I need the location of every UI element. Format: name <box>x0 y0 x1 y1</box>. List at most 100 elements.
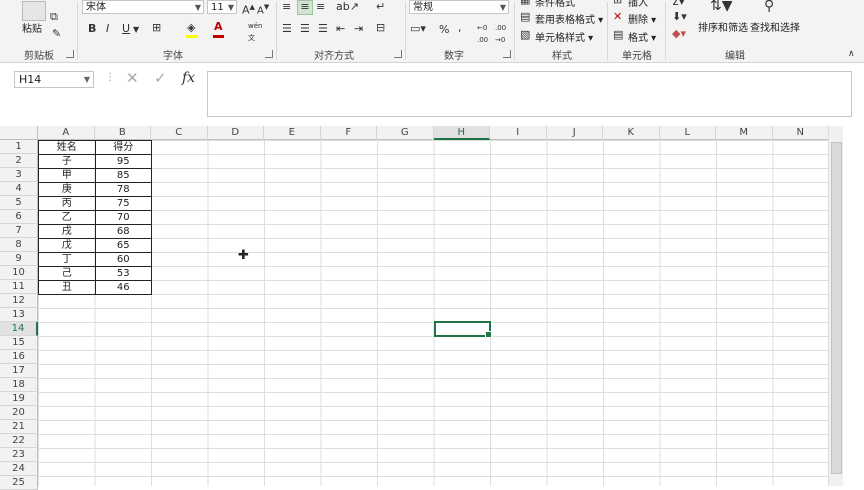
fill-handle[interactable] <box>485 331 492 338</box>
table-header-cell[interactable]: 得分 <box>94 140 152 155</box>
align-right-icon[interactable]: ☰ <box>318 23 328 35</box>
row-header[interactable]: 17 <box>0 364 38 378</box>
underline-button[interactable]: U <box>122 23 130 35</box>
row-header[interactable]: 15 <box>0 336 38 350</box>
column-header[interactable]: M <box>716 126 773 140</box>
autosum-icon[interactable]: Σ▾ <box>672 0 684 8</box>
active-cell-outline[interactable] <box>433 321 492 338</box>
italic-button[interactable]: I <box>106 23 109 35</box>
table-format-icon[interactable]: ▤ <box>520 11 530 23</box>
clear-icon[interactable]: ◆▾ <box>672 28 686 40</box>
column-header[interactable]: I <box>490 126 547 140</box>
row-header[interactable]: 19 <box>0 392 38 406</box>
row-header[interactable]: 5 <box>0 196 38 210</box>
column-header[interactable]: K <box>603 126 660 140</box>
bold-button[interactable]: B <box>88 23 96 35</box>
cell-style-icon[interactable]: ▧ <box>520 29 530 41</box>
table-cell[interactable]: 戊 <box>38 238 96 253</box>
orientation-icon[interactable]: ab↗ <box>336 1 359 13</box>
row-header[interactable]: 22 <box>0 434 38 448</box>
insert-icon[interactable]: ⊞ <box>613 0 622 6</box>
table-cell[interactable]: 丁 <box>38 252 96 267</box>
row-header[interactable]: 21 <box>0 420 38 434</box>
row-header[interactable]: 10 <box>0 266 38 280</box>
alignment-launcher-icon[interactable] <box>394 50 402 58</box>
align-center-icon[interactable]: ☰ <box>300 23 310 35</box>
format-painter-icon[interactable]: ✎ <box>52 28 61 40</box>
increase-indent-icon[interactable]: ⇥ <box>354 23 363 35</box>
row-header[interactable]: 24 <box>0 462 38 476</box>
enter-icon[interactable]: ✓ <box>154 71 167 86</box>
table-cell[interactable]: 甲 <box>38 168 96 183</box>
table-cell[interactable]: 丙 <box>38 196 96 211</box>
column-header[interactable]: G <box>377 126 434 140</box>
find-select-icon[interactable]: ⚲ <box>764 0 774 13</box>
select-all-corner[interactable] <box>0 126 38 140</box>
row-header[interactable]: 7 <box>0 224 38 238</box>
row-header[interactable]: 1 <box>0 140 38 154</box>
table-cell[interactable]: 乙 <box>38 210 96 225</box>
increase-decimal-icon[interactable]: ←0.00 <box>477 22 488 46</box>
percent-button[interactable]: % <box>439 24 449 36</box>
delete-button[interactable]: 删除 ▾ <box>628 11 656 26</box>
fill-icon[interactable]: ⬇▾ <box>672 11 687 23</box>
number-format-combo[interactable]: 常规 ▼ <box>409 0 509 14</box>
row-header[interactable]: 9 <box>0 252 38 266</box>
delete-icon[interactable]: ✕ <box>613 11 622 23</box>
fill-color-icon[interactable]: ◈ <box>187 22 195 34</box>
format-cells-button[interactable]: 格式 ▾ <box>628 29 656 44</box>
column-header[interactable]: N <box>772 126 829 140</box>
table-cell[interactable]: 丑 <box>38 280 96 295</box>
column-header[interactable]: J <box>546 126 603 140</box>
table-cell[interactable]: 78 <box>94 182 152 197</box>
column-header[interactable]: F <box>320 126 377 140</box>
decrease-decimal-icon[interactable]: .00 →0 <box>495 22 506 46</box>
column-header[interactable]: D <box>207 126 264 140</box>
column-header[interactable]: C <box>151 126 208 140</box>
table-cell[interactable]: 60 <box>94 252 152 267</box>
row-header[interactable]: 23 <box>0 448 38 462</box>
sort-filter-button[interactable]: 排序和筛选 <box>698 19 748 34</box>
vertical-scrollbar[interactable] <box>828 126 843 486</box>
comma-button[interactable]: , <box>458 22 462 34</box>
table-cell[interactable]: 戌 <box>38 224 96 239</box>
table-cell[interactable]: 53 <box>94 266 152 281</box>
row-header[interactable]: 13 <box>0 308 38 322</box>
column-header[interactable]: E <box>264 126 321 140</box>
cancel-icon[interactable]: ✕ <box>126 71 139 86</box>
table-cell[interactable]: 95 <box>94 154 152 169</box>
decrease-font-icon[interactable]: A▼ <box>257 1 269 17</box>
clipboard-launcher-icon[interactable] <box>66 50 74 58</box>
table-cell[interactable]: 70 <box>94 210 152 225</box>
row-header[interactable]: 2 <box>0 154 38 168</box>
formula-input[interactable] <box>207 71 852 117</box>
row-header[interactable]: 3 <box>0 168 38 182</box>
number-launcher-icon[interactable] <box>503 50 511 58</box>
align-top-icon[interactable]: ≡ <box>282 1 291 13</box>
scrollbar-thumb[interactable] <box>831 142 842 474</box>
resize-dots-icon[interactable]: ⋮ <box>105 72 115 83</box>
chevron-down-icon[interactable]: ▼ <box>133 24 139 36</box>
row-header[interactable]: 4 <box>0 182 38 196</box>
decrease-indent-icon[interactable]: ⇤ <box>336 23 345 35</box>
font-size-combo[interactable]: 11 ▼ <box>207 0 237 14</box>
column-header[interactable]: A <box>38 126 95 140</box>
table-cell[interactable]: 75 <box>94 196 152 211</box>
row-header[interactable]: 12 <box>0 294 38 308</box>
chevron-down-icon[interactable]: ▼ <box>84 72 90 87</box>
row-header[interactable]: 6 <box>0 210 38 224</box>
wrap-text-icon[interactable]: ↵ <box>376 1 385 13</box>
merge-center-icon[interactable]: ⊟ <box>376 22 385 34</box>
insert-button[interactable]: 插入 <box>628 0 648 9</box>
currency-icon[interactable]: ▭▾ <box>410 23 426 35</box>
conditional-format-icon[interactable]: ▦ <box>520 0 530 6</box>
table-format-button[interactable]: 套用表格格式 ▾ <box>535 11 603 26</box>
table-header-cell[interactable]: 姓名 <box>38 140 96 155</box>
font-name-combo[interactable]: 宋体 ▼ <box>82 0 204 14</box>
font-launcher-icon[interactable] <box>265 50 273 58</box>
row-header[interactable]: 11 <box>0 280 38 294</box>
column-header[interactable]: B <box>94 126 151 140</box>
copy-icon[interactable]: ⧉ <box>50 11 58 23</box>
format-cells-icon[interactable]: ▤ <box>613 29 623 41</box>
insert-function-icon[interactable]: fx <box>182 71 195 85</box>
